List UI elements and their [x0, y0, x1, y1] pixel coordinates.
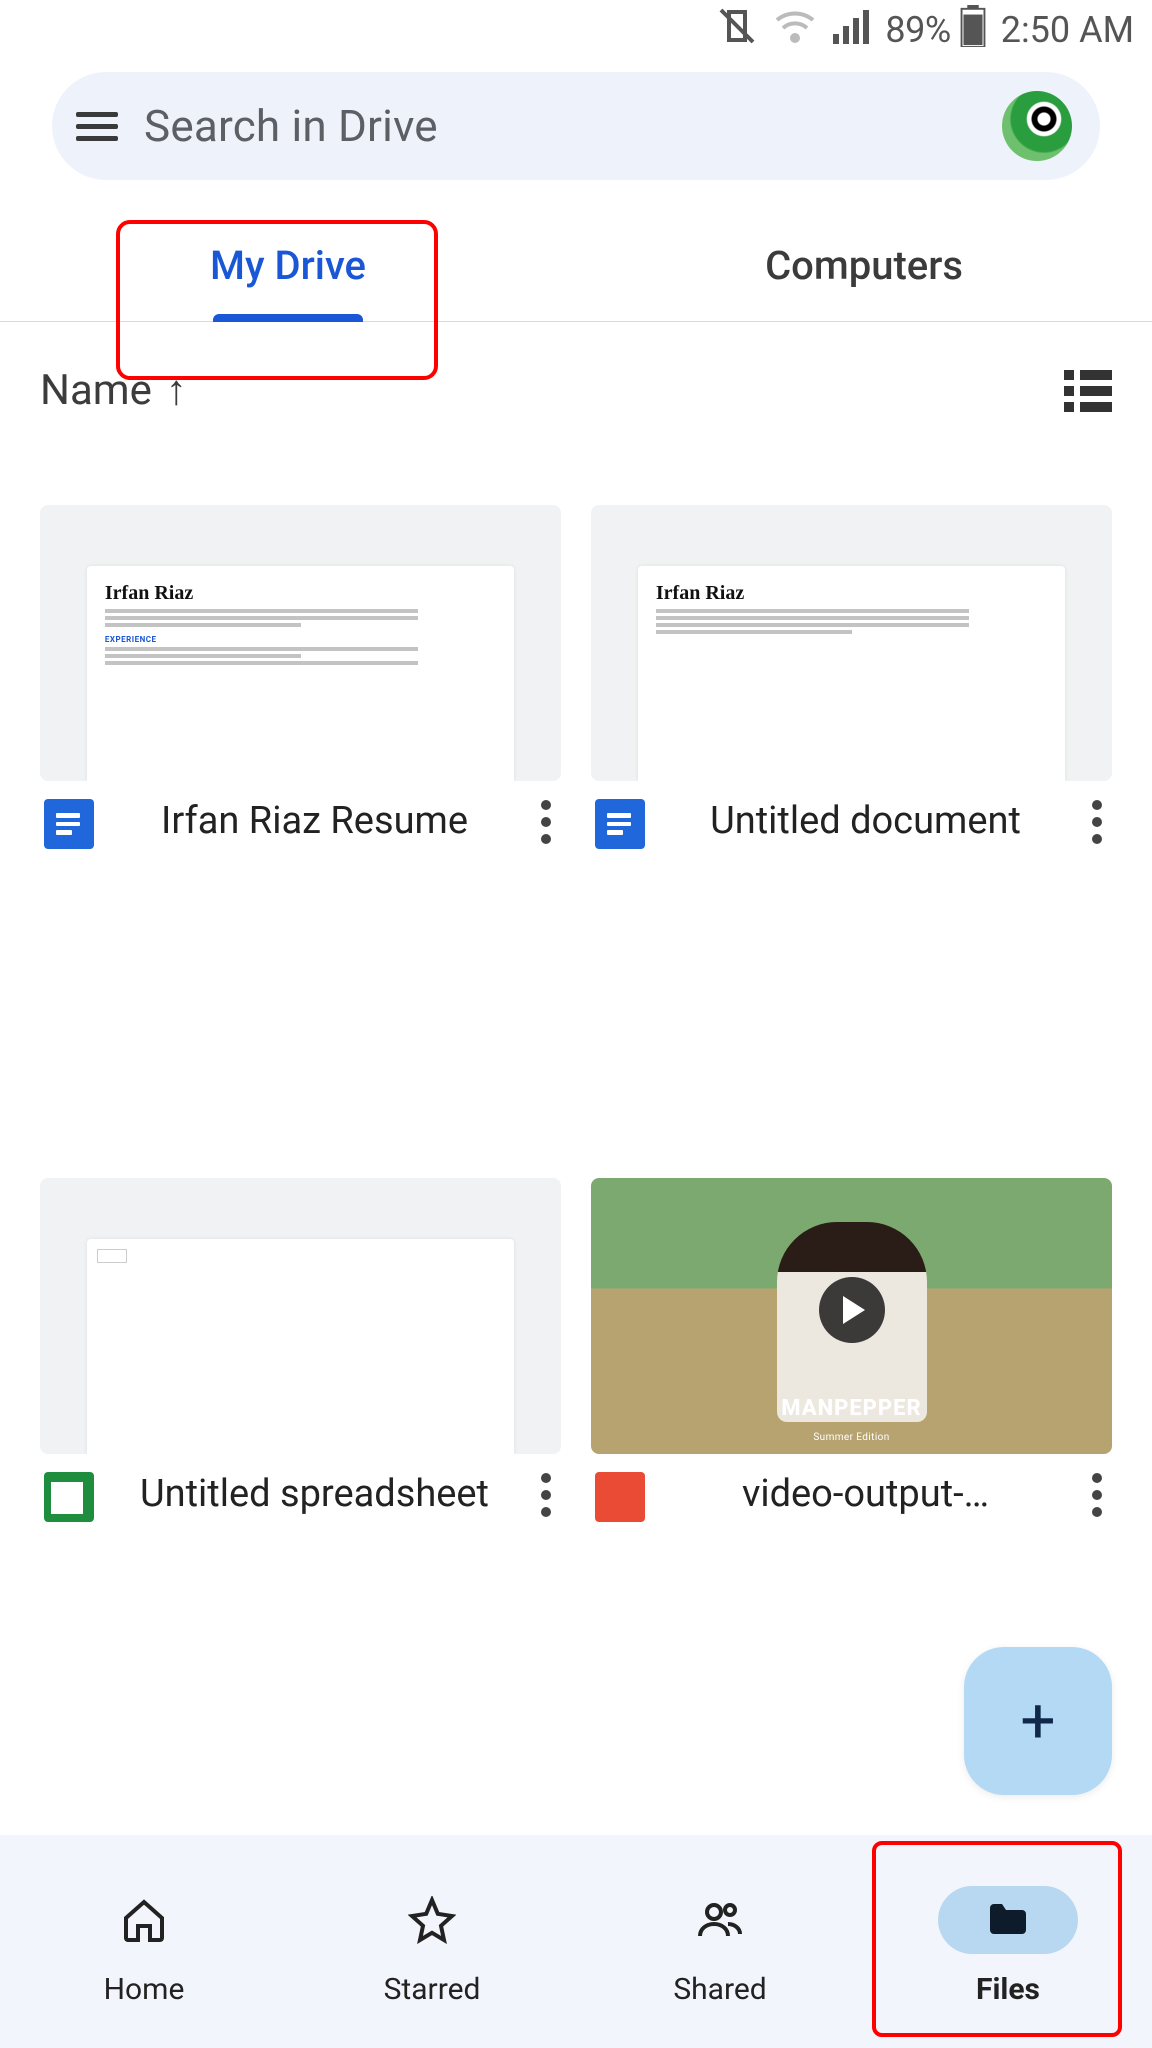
file-thumb: MANPEPPER Summer Edition [591, 1178, 1112, 1454]
avatar[interactable] [1002, 91, 1072, 161]
preview-title: Irfan Riaz [105, 582, 496, 605]
video-caption: MANPEPPER Summer Edition [781, 1396, 922, 1446]
file-thumb: Irfan Riaz EXPERIENCE [40, 505, 561, 781]
battery-icon [959, 5, 987, 56]
star-icon [408, 1896, 456, 1944]
wifi-icon [771, 2, 819, 59]
nav-home[interactable]: Home [0, 1886, 288, 2007]
file-name: Untitled document [659, 797, 1072, 846]
docs-icon [44, 799, 94, 849]
bottom-nav: Home Starred Shared Files [0, 1835, 1152, 2048]
tab-my-drive[interactable]: My Drive [0, 224, 576, 321]
file-card[interactable]: Irfan Riaz Untitled document [591, 505, 1112, 1122]
status-time: 2:50 AM [1001, 9, 1134, 51]
vibrate-off-icon [713, 2, 761, 59]
status-icons [713, 2, 877, 59]
nav-label: Starred [384, 1972, 481, 2007]
sort-direction-icon: ↑ [166, 366, 187, 415]
home-icon [120, 1896, 168, 1944]
plus-icon: + [1020, 1685, 1055, 1758]
file-card[interactable]: Untitled spreadsheet [40, 1178, 561, 1795]
tabs: My Drive Computers [0, 224, 1152, 322]
menu-icon[interactable] [76, 112, 118, 141]
play-icon [819, 1277, 885, 1343]
more-icon[interactable] [1086, 1473, 1108, 1517]
nav-label: Shared [673, 1972, 766, 2007]
nav-shared[interactable]: Shared [576, 1886, 864, 2007]
nav-label: Home [104, 1972, 185, 2007]
status-bar: 89% 2:50 AM [0, 0, 1152, 60]
search-placeholder: Search in Drive [144, 100, 976, 152]
sheets-icon [44, 1472, 94, 1522]
more-icon[interactable] [535, 1473, 557, 1517]
file-name: Irfan Riaz Resume [108, 797, 521, 846]
file-thumb [40, 1178, 561, 1454]
nav-label: Files [976, 1972, 1040, 2007]
file-card[interactable]: Irfan Riaz EXPERIENCE Irfan Riaz Resume [40, 505, 561, 1122]
search-bar-wrap: Search in Drive [0, 60, 1152, 190]
nav-starred[interactable]: Starred [288, 1886, 576, 2007]
more-icon[interactable] [535, 800, 557, 844]
add-button[interactable]: + [964, 1647, 1112, 1795]
sort-label-text: Name [40, 366, 152, 415]
file-name: video-output-… [659, 1470, 1072, 1519]
video-icon [595, 1472, 645, 1522]
battery-percent: 89% [885, 9, 950, 51]
file-name: Untitled spreadsheet [108, 1470, 521, 1519]
sort-by-name[interactable]: Name ↑ [40, 366, 187, 415]
preview-title: Irfan Riaz [656, 582, 1047, 605]
nav-files[interactable]: Files [864, 1886, 1152, 2007]
file-thumb: Irfan Riaz [591, 505, 1112, 781]
signal-icon [829, 2, 877, 59]
search-bar[interactable]: Search in Drive [52, 72, 1100, 180]
folder-icon [984, 1896, 1032, 1944]
people-icon [696, 1896, 744, 1944]
sort-row: Name ↑ [0, 322, 1152, 427]
more-icon[interactable] [1086, 800, 1108, 844]
tab-computers[interactable]: Computers [576, 224, 1152, 321]
docs-icon [595, 799, 645, 849]
file-grid: Irfan Riaz EXPERIENCE Irfan Riaz Resume … [0, 427, 1152, 1835]
list-view-icon[interactable] [1064, 370, 1112, 412]
